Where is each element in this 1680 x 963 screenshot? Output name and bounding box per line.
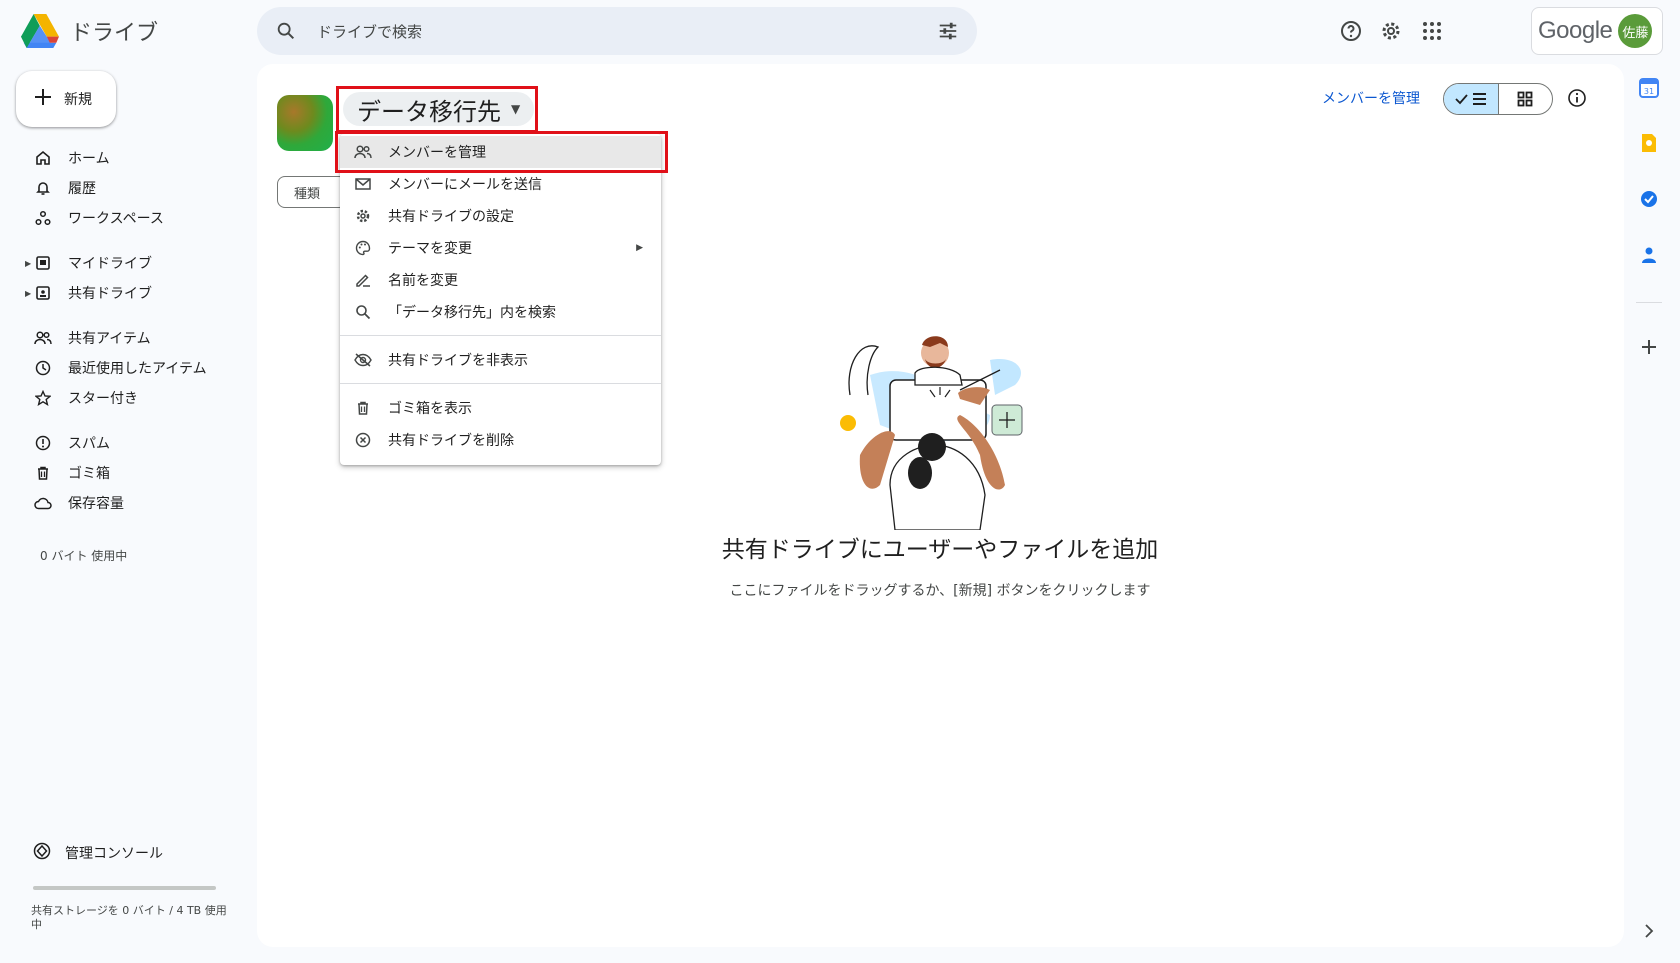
grid-icon (1517, 91, 1533, 107)
google-wordmark: Google (1538, 17, 1613, 44)
workspace-icon (33, 208, 53, 228)
help-icon[interactable] (1338, 18, 1364, 44)
menu-item-label: 共有ドライブを非表示 (388, 353, 528, 369)
menu-divider (340, 335, 661, 336)
search-options-icon[interactable] (937, 20, 959, 42)
contacts-icon[interactable] (1637, 243, 1661, 267)
sidebar-item-label: 履歴 (68, 181, 96, 197)
info-icon[interactable] (1565, 86, 1589, 110)
shared-drive-icon (33, 283, 53, 303)
trash-icon (353, 398, 373, 418)
svg-text:31: 31 (1644, 87, 1654, 96)
home-icon (33, 148, 53, 168)
sidebar-item-label: 最近使用したアイテム (68, 361, 207, 377)
account-switcher[interactable]: Google 佐藤 (1531, 7, 1663, 55)
menu-item-label: メンバーにメールを送信 (388, 177, 542, 193)
annotation-box-manage-members (335, 131, 668, 173)
menu-divider (340, 383, 661, 384)
annotation-box-title (336, 86, 538, 133)
menu-item-view-trash[interactable]: ゴミ箱を表示 (340, 392, 661, 424)
sidebar-item-label: 共有アイテム (68, 331, 151, 347)
keep-icon[interactable] (1637, 131, 1661, 155)
empty-state-illustration (840, 336, 1023, 530)
people-icon (33, 328, 53, 348)
apps-grid-icon[interactable] (1419, 18, 1445, 44)
grid-view-button[interactable] (1499, 84, 1553, 114)
sidebar-item-label: 共有ドライブ (68, 286, 152, 302)
trash-icon (33, 463, 53, 483)
shared-drive-theme-thumbnail (277, 95, 333, 151)
view-toggle[interactable] (1443, 83, 1553, 115)
sidebar-item-label: マイドライブ (68, 256, 152, 272)
list-view-button[interactable] (1444, 84, 1499, 114)
menu-item-delete-drive[interactable]: 共有ドライブを削除 (340, 424, 661, 456)
sidebar-item-label: スター付き (68, 391, 138, 407)
menu-item-label: 名前を変更 (388, 273, 458, 289)
menu-item-label: 「データ移行先」内を検索 (388, 305, 556, 321)
plus-icon (34, 88, 52, 110)
type-filter-label: 種類 (294, 186, 321, 202)
menu-item-label: 共有ドライブを削除 (388, 433, 514, 449)
expand-arrow-icon[interactable]: ▶ (25, 259, 31, 268)
tasks-icon[interactable] (1637, 187, 1661, 211)
menu-item-rename[interactable]: 名前を変更 (340, 264, 661, 296)
sidebar-item-label: スパム (68, 436, 110, 452)
storage-used-text: 0 バイト 使用中 (40, 549, 128, 563)
menu-item-drive-settings[interactable]: 共有ドライブの設定 (340, 200, 661, 232)
cloud-icon (33, 493, 53, 513)
my-drive-icon (33, 253, 53, 273)
search-icon (275, 20, 297, 42)
palette-icon (353, 238, 373, 258)
calendar-icon[interactable]: 31 (1637, 76, 1661, 100)
menu-item-label: 共有ドライブの設定 (388, 209, 514, 225)
rename-icon (353, 270, 373, 290)
sidebar-item-label: ゴミ箱 (68, 466, 110, 482)
storage-bar (33, 886, 216, 890)
new-button[interactable]: 新規 (16, 71, 116, 127)
settings-icon[interactable] (1378, 18, 1404, 44)
spam-icon (33, 433, 53, 453)
sidebar-item-label: 保存容量 (68, 496, 124, 512)
mail-icon (353, 174, 373, 194)
sidebar-item-label: ワークスペース (68, 211, 164, 227)
empty-state-subtitle: ここにファイルをドラッグするか、[新規] ボタンをクリックします (729, 583, 1151, 599)
submenu-arrow-icon: ▶ (636, 243, 643, 253)
search-icon (353, 302, 373, 322)
avatar[interactable]: 佐藤 (1618, 14, 1653, 48)
menu-item-hide-drive[interactable]: 共有ドライブを非表示 (340, 344, 661, 376)
empty-state-title: 共有ドライブにユーザーやファイルを追加 (721, 537, 1159, 563)
drive-actions-menu: メンバーを管理 メンバーにメールを送信 共有ドライブの設定 テーマを変更 ▶ 名… (340, 134, 661, 465)
new-button-label: 新規 (64, 92, 92, 108)
sidebar-item-label: ホーム (68, 151, 110, 167)
manage-members-link[interactable]: メンバーを管理 (1322, 88, 1420, 108)
rail-divider (1636, 302, 1662, 303)
delete-icon (353, 430, 373, 450)
chevron-right-icon[interactable] (1637, 919, 1661, 943)
menu-item-label: ゴミ箱を表示 (388, 401, 472, 417)
check-list-icon (1455, 93, 1486, 105)
admin-console-label: 管理コンソール (65, 846, 163, 862)
search-input[interactable]: ドライブで検索 (317, 21, 937, 42)
expand-arrow-icon[interactable]: ▶ (25, 289, 31, 298)
drive-logo-icon (21, 14, 59, 48)
menu-item-search-in-drive[interactable]: 「データ移行先」内を検索 (340, 296, 661, 328)
admin-console-icon (33, 842, 51, 864)
settings-icon (353, 206, 373, 226)
menu-item-change-theme[interactable]: テーマを変更 ▶ (340, 232, 661, 264)
add-addon-icon[interactable] (1637, 335, 1661, 359)
hide-icon (353, 350, 373, 370)
bell-icon (33, 178, 53, 198)
admin-console-link[interactable]: 管理コンソール (33, 842, 163, 864)
drive-logo[interactable]: ドライブ (20, 14, 158, 48)
type-filter-chip[interactable]: 種類 (277, 176, 347, 208)
star-icon (33, 388, 53, 408)
menu-item-label: テーマを変更 (388, 241, 472, 257)
app-name: ドライブ (70, 21, 159, 46)
search-bar[interactable]: ドライブで検索 (257, 7, 977, 55)
shared-storage-text: 共有ストレージを 0 バイト / 4 TB 使用中 (31, 904, 227, 931)
clock-icon (33, 358, 53, 378)
